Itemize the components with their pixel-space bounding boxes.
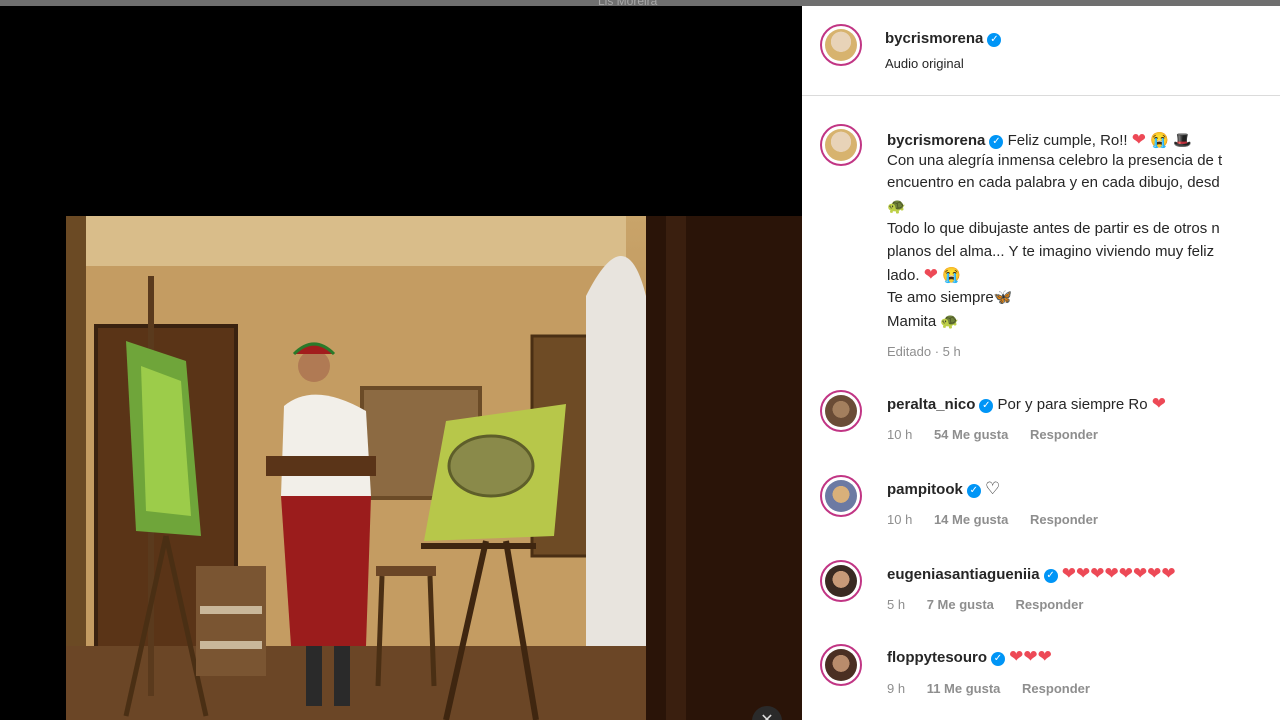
comment-text: Por y para siempre Ro: [997, 396, 1148, 413]
turtle-emoji-icon: 🐢: [887, 198, 906, 215]
top-hat-emoji-icon: 🎩: [1173, 132, 1192, 149]
comment-row: peralta_nico ✓ Por y para siempre Ro ❤: [887, 394, 1166, 414]
comment-row: pampitook ✓ ♡: [887, 479, 1000, 499]
video-scene-image: [66, 216, 802, 720]
post-side-panel: bycrismorena ✓ Audio original bycrismoren…: [802, 6, 1280, 720]
comment-likes-link[interactable]: 11 Me gusta: [927, 681, 1001, 696]
reply-button[interactable]: Responder: [1030, 512, 1098, 527]
caption-line-7-row: lado. ❤ 😭: [887, 265, 961, 285]
comment-meta: 10 h 14 Me gusta Responder: [887, 512, 1116, 527]
heart-outline-emoji-icon: ♡: [985, 479, 1001, 498]
comment-likes-link[interactable]: 54 Me gusta: [934, 427, 1008, 442]
verified-icon: ✓: [1043, 569, 1058, 583]
comment-meta: 9 h 11 Me gusta Responder: [887, 681, 1108, 696]
verified-icon: ✓: [987, 33, 1002, 47]
caption-line-1: Feliz cumple, Ro!!: [1007, 132, 1128, 149]
comment-username[interactable]: peralta_nico: [887, 396, 975, 413]
reply-button[interactable]: Responder: [1016, 597, 1084, 612]
verified-icon: ✓: [989, 135, 1004, 149]
heart-emoji-icon: ❤: [923, 265, 938, 284]
comment-time: 9 h: [887, 681, 906, 696]
caption-line-9: Mamita: [887, 313, 937, 330]
butterfly-emoji-icon: 🦋: [993, 289, 1013, 306]
comment-time: 10 h: [887, 512, 913, 527]
comment-avatar[interactable]: [820, 390, 862, 432]
header-username[interactable]: bycrismorena: [885, 30, 983, 47]
caption-line-7: lado.: [887, 267, 920, 284]
avatar[interactable]: [820, 24, 862, 66]
caption-turtle-line: 🐢: [887, 197, 906, 215]
comment-time: 10 h: [887, 427, 913, 442]
hearts-emoji-icon: ❤❤❤❤❤❤❤❤: [1061, 564, 1176, 583]
caption-first-line: bycrismorena ✓ Feliz cumple, Ro!! ❤ 😭 🎩: [887, 130, 1192, 150]
verified-icon: ✓: [991, 652, 1005, 666]
post-header: bycrismorena ✓ Audio original: [802, 6, 1280, 96]
crying-face-emoji-icon: 😭: [1150, 132, 1169, 149]
comment-username[interactable]: pampitook: [887, 481, 963, 498]
caption-line-9-row: Mamita 🐢: [887, 312, 959, 330]
crying-face-emoji-icon: 😭: [942, 267, 961, 284]
caption-username[interactable]: bycrismorena: [887, 132, 985, 149]
video-player[interactable]: ✕: [0, 6, 802, 720]
reply-button[interactable]: Responder: [1030, 427, 1098, 442]
comment-likes-link[interactable]: 14 Me gusta: [934, 512, 1008, 527]
comment-avatar[interactable]: [820, 560, 862, 602]
comment-row: eugeniasantiagueniia ✓ ❤❤❤❤❤❤❤❤: [887, 564, 1176, 584]
heart-emoji-icon: ❤: [1151, 394, 1167, 413]
video-frame[interactable]: [66, 216, 802, 720]
caption-edited-time: Editado · 5 h: [887, 344, 961, 359]
turtle-emoji-icon: 🐢: [940, 313, 960, 330]
comment-username[interactable]: eugeniasantiagueniia: [887, 566, 1040, 583]
caption-line-6: planos del alma... Y te imagino viviendo…: [887, 243, 1215, 260]
comment-row: floppytesouro ✓ ❤❤❤: [887, 647, 1052, 667]
reply-button[interactable]: Responder: [1022, 681, 1090, 696]
caption-line-3: encuentro en cada palabra y en cada dibu…: [887, 174, 1220, 191]
comment-avatar[interactable]: [820, 475, 862, 517]
heart-emoji-icon: ❤: [1131, 130, 1147, 149]
comment-meta: 10 h 54 Me gusta Responder: [887, 427, 1116, 442]
comment-username[interactable]: floppytesouro: [887, 649, 987, 666]
caption-avatar[interactable]: [820, 124, 862, 166]
comment-avatar[interactable]: [820, 644, 862, 686]
caption-line-5: Todo lo que dibujaste antes de partir es…: [887, 220, 1220, 237]
verified-icon: ✓: [979, 399, 994, 413]
comment-likes-link[interactable]: 7 Me gusta: [927, 597, 994, 612]
caption-line-8: Te amo siempre: [887, 289, 994, 306]
comment-meta: 5 h 7 Me gusta Responder: [887, 597, 1101, 612]
comment-time: 5 h: [887, 597, 906, 612]
caption-line-8-row: Te amo siempre🦋: [887, 288, 1012, 306]
close-icon: ✕: [760, 712, 773, 720]
caption-line-2: Con una alegría inmensa celebro la prese…: [887, 152, 1223, 169]
audio-original-link[interactable]: Audio original: [885, 56, 964, 71]
verified-icon: ✓: [966, 484, 981, 498]
hearts-emoji-icon: ❤❤❤: [1009, 647, 1052, 666]
